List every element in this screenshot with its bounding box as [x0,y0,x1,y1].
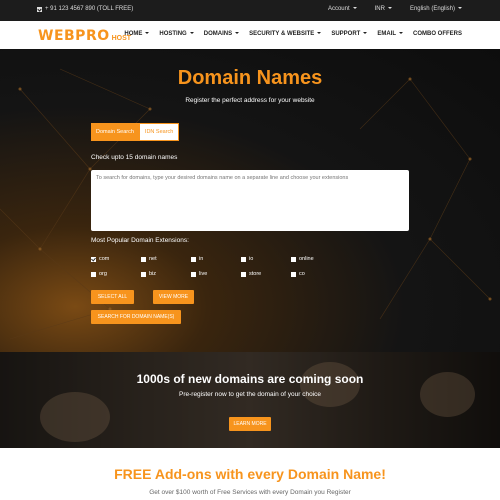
nav-item-home[interactable]: HOME [124,31,150,37]
nav-label: SUPPORT [331,31,361,37]
extension-label: in [199,256,204,262]
search-tabs: Domain Search IDN Search [91,123,180,141]
extension-com[interactable]: com [91,256,141,262]
checkbox[interactable] [241,271,246,277]
chevron-down-icon [387,7,392,10]
phone-contact: + 91 123 4567 890 (TOLL FREE) [37,6,133,12]
popular-extensions-label: Most Popular Domain Extensions: [91,237,189,244]
extension-label: io [249,256,254,262]
nav-label: HOME [124,31,143,37]
free-addons-section: FREE Add-ons with every Domain Name! Get… [0,448,500,500]
currency-label: INR [374,6,385,12]
phone-icon [37,6,42,12]
free-addons-title: FREE Add-ons with every Domain Name! [114,466,386,482]
checkbox[interactable] [191,256,196,262]
checkbox[interactable] [91,271,96,277]
extension-label: online [299,256,314,262]
extension-label: store [249,271,262,277]
nav-item-security-website[interactable]: SECURITY & WEBSITE [249,31,322,37]
nav-item-combo-offers[interactable]: COMBO OFFERS [413,31,462,37]
chevron-down-icon [352,7,357,10]
extensions-grid: com net in io online org biz live store … [91,256,351,277]
extension-org[interactable]: org [91,271,141,277]
site-header: WEBPRO HOST HOME HOSTING DOMAINS SECURIT… [0,21,500,49]
banner-overlay [0,352,500,448]
top-bar: + 91 123 4567 890 (TOLL FREE) Account IN… [0,0,500,21]
extension-label: com [99,256,110,262]
extension-biz[interactable]: biz [141,271,191,277]
view-more-button[interactable]: VIEW MORE [153,290,194,304]
nav-item-email[interactable]: EMAIL [377,31,403,37]
checkbox[interactable] [191,271,196,277]
phone-number: + 91 123 4567 890 (TOLL FREE) [45,6,134,12]
top-bar-menu: Account INR English (English) [328,6,462,12]
extension-label: co [299,271,305,277]
chevron-down-icon [399,32,403,35]
search-domain-button[interactable]: SEARCH FOR DOMAIN NAME(S) [91,310,181,324]
account-dropdown[interactable]: Account [328,6,357,12]
chevron-down-icon [235,32,240,35]
check-domains-label: Check upto 15 domain names [91,154,178,161]
logo-main: WEBPRO [38,28,110,44]
nav-label: SECURITY & WEBSITE [249,31,315,37]
nav-label: HOSTING [159,31,187,37]
extension-label: biz [149,271,157,277]
chevron-down-icon [145,32,150,35]
extension-label: net [149,256,157,262]
extension-live[interactable]: live [191,271,241,277]
extension-store[interactable]: store [241,271,291,277]
free-addons-subtitle: Get over $100 worth of Free Services wit… [149,489,351,496]
extension-co[interactable]: co [291,271,341,277]
currency-dropdown[interactable]: INR [375,6,392,12]
nav-label: COMBO OFFERS [413,31,462,37]
account-label: Account [327,6,350,12]
tab-domain-search[interactable]: Domain Search [91,123,139,141]
checkbox[interactable] [291,256,296,262]
extension-online[interactable]: online [291,256,341,262]
checkbox[interactable] [141,271,146,277]
extension-io[interactable]: io [241,256,291,262]
coming-soon-banner: 1000s of new domains are coming soon Pre… [0,352,500,448]
logo[interactable]: WEBPRO HOST [38,28,131,44]
chevron-down-icon [363,32,368,35]
chevron-down-icon [458,7,462,10]
chevron-down-icon [317,32,322,35]
tab-idn-search[interactable]: IDN Search [138,123,180,141]
page-title: Domain Names [177,67,323,89]
learn-more-button[interactable]: LEARN MORE [229,417,271,431]
checkbox[interactable] [241,256,246,262]
select-all-button[interactable]: SELECT ALL [91,290,134,304]
extension-net[interactable]: net [141,256,191,262]
domain-search-input[interactable] [91,170,409,231]
nav-item-domains[interactable]: DOMAINS [203,31,240,37]
extension-label: org [99,271,107,277]
checkbox-checked[interactable] [91,256,96,262]
chevron-down-icon [189,32,194,35]
language-label: English (English) [409,6,455,12]
nav-item-support[interactable]: SUPPORT [331,31,368,37]
nav-label: EMAIL [377,31,396,37]
extension-in[interactable]: in [191,256,241,262]
coming-soon-subtitle: Pre-register now to get the domain of yo… [179,391,321,398]
domain-search-hero: Domain Names Register the perfect addres… [0,49,500,352]
language-dropdown[interactable]: English (English) [410,6,462,12]
extension-label: live [199,271,208,277]
checkbox[interactable] [291,271,296,277]
main-nav: HOME HOSTING DOMAINS SECURITY & WEBSITE … [124,31,462,37]
checkbox[interactable] [141,256,146,262]
coming-soon-title: 1000s of new domains are coming soon [136,372,364,386]
page-subtitle: Register the perfect address for your we… [185,97,315,104]
nav-label: DOMAINS [203,31,233,37]
nav-item-hosting[interactable]: HOSTING [159,31,194,37]
